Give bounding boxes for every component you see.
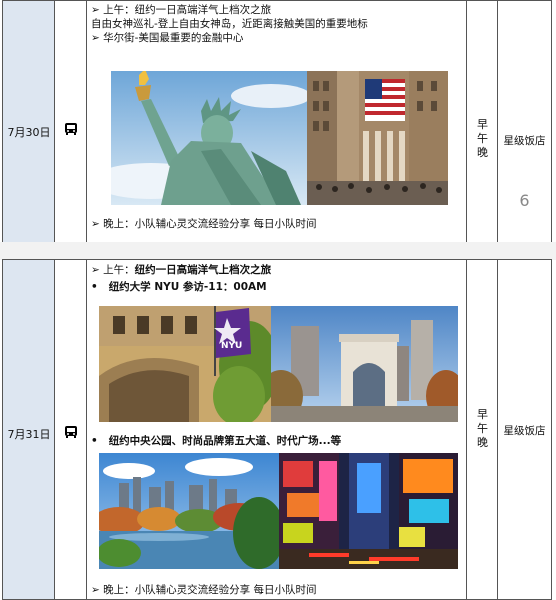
hotel-name: 星级饭店 — [503, 135, 546, 147]
morning-title: 纽约一日高端洋气上档次之旅 — [134, 264, 272, 276]
statue-of-liberty-photo — [111, 71, 307, 205]
meal-breakfast: 早 — [477, 118, 488, 131]
bullet-line: • 纽约中央公园、时尚品牌第五大道、时代广场...等 — [91, 434, 341, 448]
evening-line: ➢ 晚上：小队辅心灵交流经验分享 每日小队时间 — [91, 218, 317, 230]
central-park-photo — [99, 453, 279, 569]
date-cell: 7月30日 — [3, 1, 55, 242]
evening-line: ➢ 晚上：小队辅心灵交流经验分享 每日小队时间 — [91, 584, 317, 596]
itinerary-day-block: 7月31日 ➢ 上午：纽约一日高端洋气上档次之旅 • 纽约大学 NYU 参访-1… — [2, 259, 552, 600]
bullet-symbol: • — [91, 435, 98, 447]
bus-icon — [65, 123, 77, 135]
transport-cell — [55, 260, 87, 599]
bullet-line: • 纽约大学 NYU 参访-11：00AM — [91, 280, 267, 294]
bullet-text: 纽约大学 NYU 参访-11：00AM — [108, 281, 267, 293]
activity-line: ➢ 上午：纽约一日高端洋气上档次之旅 — [91, 4, 272, 16]
day-date: 7月31日 — [7, 428, 51, 441]
bullet-symbol: • — [91, 281, 98, 293]
morning-line: ➢ 上午：纽约一日高端洋气上档次之旅 — [91, 263, 271, 277]
activity-line: ➢ 华尔街-美国最重要的金融中心 — [91, 32, 244, 44]
meals-cell: 早 午 晚 — [467, 260, 498, 599]
bus-icon — [65, 426, 77, 438]
times-square-photo — [279, 453, 458, 569]
meal-dinner: 晚 — [477, 146, 488, 159]
activity-cell: ➢ 上午：纽约一日高端洋气上档次之旅 • 纽约大学 NYU 参访-11：00AM — [87, 260, 467, 599]
meal-lunch: 午 — [477, 422, 488, 435]
transport-cell — [55, 1, 87, 242]
meal-lunch: 午 — [477, 132, 488, 145]
morning-prefix: ➢ 上午： — [91, 264, 135, 276]
meal-dinner: 晚 — [477, 436, 488, 449]
day-date: 7月30日 — [7, 126, 51, 139]
page-number: 6 — [519, 191, 530, 210]
activity-cell: ➢ 上午：纽约一日高端洋气上档次之旅 自由女神巡礼-登上自由女神岛，近距离接触美… — [87, 1, 467, 242]
hotel-cell: 星级饭店 6 — [498, 1, 551, 242]
page-break — [0, 242, 556, 260]
wall-street-photo — [307, 71, 448, 205]
nyu-logo-text: NYU — [221, 341, 242, 351]
hotel-name: 星级饭店 — [503, 425, 546, 437]
meals-cell: 早 午 晚 — [467, 1, 498, 242]
date-cell: 7月31日 — [3, 260, 55, 599]
washington-square-arch-photo — [271, 306, 458, 422]
activity-line: 自由女神巡礼-登上自由女神岛，近距离接触美国的重要地标 — [91, 18, 368, 30]
hotel-cell: 星级饭店 — [498, 260, 551, 599]
nyu-building-photo: NYU — [99, 306, 271, 422]
itinerary-day-block: 7月30日 ➢ 上午：纽约一日高端洋气上档次之旅 自由女神巡礼-登上自由女神岛，… — [2, 0, 552, 243]
bullet-text: 纽约中央公园、时尚品牌第五大道、时代广场...等 — [108, 435, 342, 447]
meal-breakfast: 早 — [477, 408, 488, 421]
